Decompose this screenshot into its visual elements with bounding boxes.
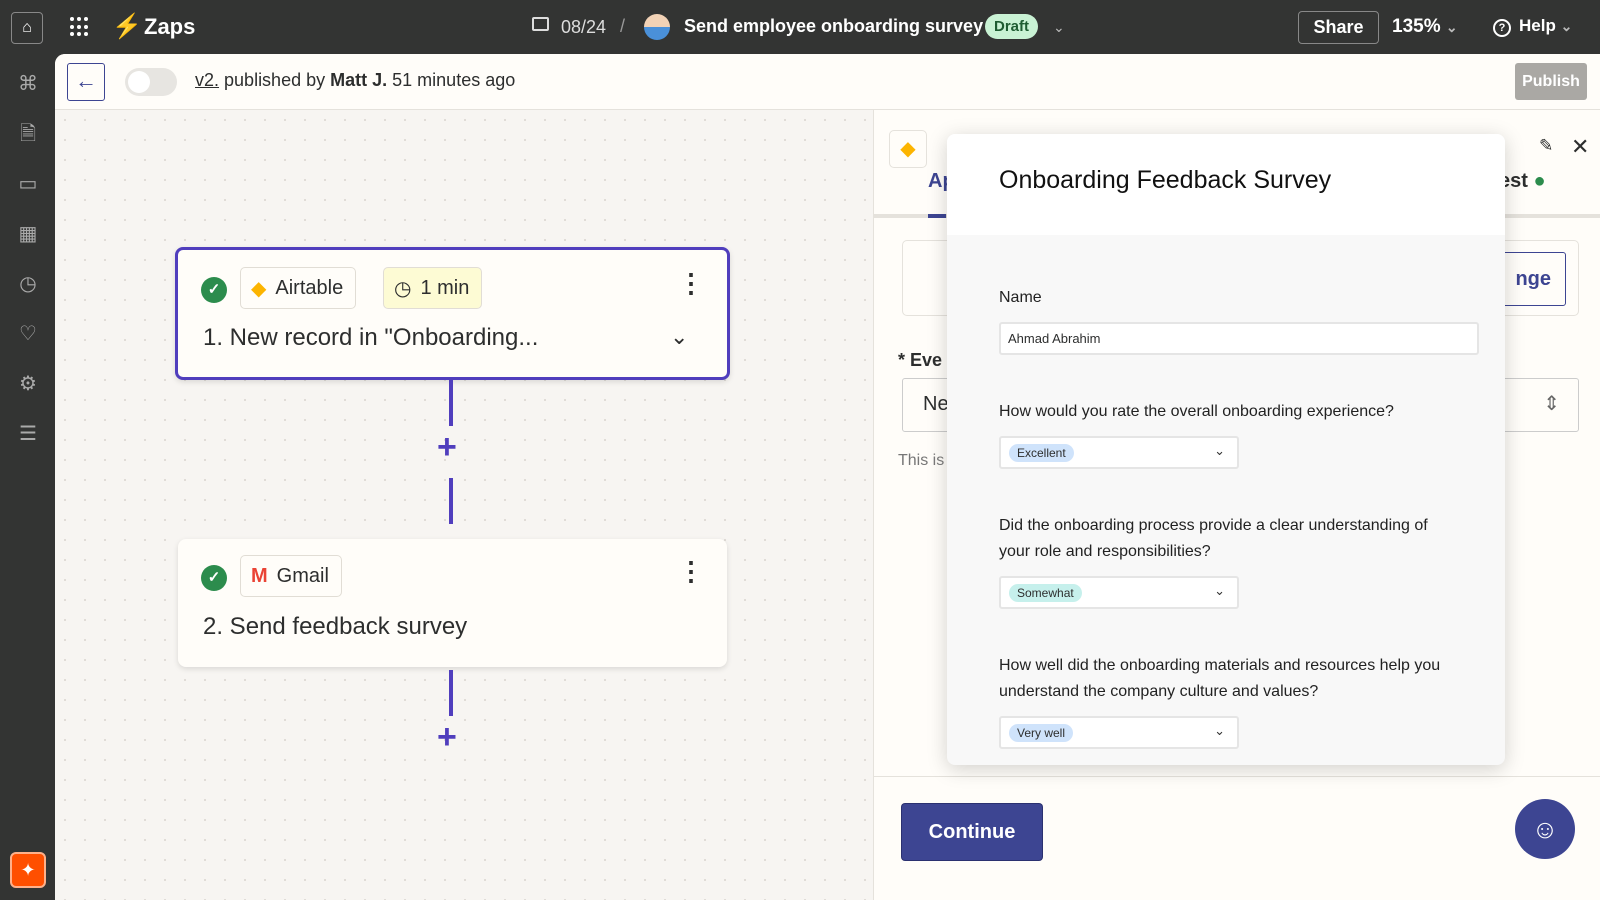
back-arrow-icon[interactable]: ← xyxy=(67,63,105,101)
connector xyxy=(449,380,453,426)
survey-preview: Onboarding Feedback Survey Name Ahmad Ab… xyxy=(947,134,1505,765)
chevron-down-icon: ⌄ xyxy=(1445,19,1458,35)
folder-icon xyxy=(532,17,549,31)
poll-interval-badge: ◷ 1 min xyxy=(383,267,483,309)
copilot-icon[interactable]: ✦ xyxy=(10,852,46,888)
footer-divider xyxy=(874,776,1600,777)
more-options-icon[interactable]: ⋮ xyxy=(678,558,704,584)
selected-option: Somewhat xyxy=(1009,584,1082,602)
close-icon[interactable]: ✕ xyxy=(1571,134,1589,160)
top-bar: ⌂ ⚡ Zaps 08/24 / Send employee onboardin… xyxy=(0,0,1600,54)
share-button[interactable]: Share xyxy=(1298,11,1379,44)
zap-file-icon[interactable]: 🗎 xyxy=(16,122,40,146)
zap-title[interactable]: Send employee onboarding survey xyxy=(684,16,983,37)
poll-interval: 1 min xyxy=(420,276,470,299)
chat-icon[interactable]: ▭ xyxy=(16,172,40,196)
name-label: Name xyxy=(999,289,1042,306)
selected-option: Excellent xyxy=(1009,444,1074,462)
continue-button[interactable]: Continue xyxy=(902,804,1042,860)
clarity-select[interactable]: Somewhat ⌄ xyxy=(999,576,1239,609)
check-icon: ✓ xyxy=(201,277,227,303)
event-value: Ne xyxy=(923,393,949,415)
chevron-down-icon: ⌄ xyxy=(1214,443,1225,458)
edit-icon[interactable]: ✎ xyxy=(1539,136,1553,156)
name-input[interactable]: Ahmad Abrahim xyxy=(999,322,1479,355)
zap-canvas[interactable]: ✓ ◆ Airtable ◷ 1 min ⋮ 1. New record in "O… xyxy=(55,110,873,900)
active-tab-indicator xyxy=(928,214,946,218)
more-options-icon[interactable]: ⋮ xyxy=(678,270,704,296)
chevron-down-icon: ⌄ xyxy=(1214,723,1225,738)
author: Matt J. xyxy=(330,70,388,90)
chevron-down-icon[interactable]: ⌄ xyxy=(670,324,688,350)
gmail-icon: M xyxy=(251,564,268,587)
published-by-text: published by xyxy=(224,70,326,90)
help-label: Help xyxy=(1519,16,1556,35)
connector xyxy=(449,670,453,716)
breadcrumb-folder[interactable]: 08/24 xyxy=(561,17,606,38)
activity-icon[interactable]: ♡ xyxy=(16,322,40,346)
add-step-icon[interactable]: + xyxy=(437,718,457,757)
clock-icon: ◷ xyxy=(394,277,412,300)
version-bar: ← v2. published by Matt J. 51 minutes ag… xyxy=(55,54,1600,110)
layers-icon[interactable]: ☰ xyxy=(16,422,40,446)
tab-test[interactable]: est ● xyxy=(1499,170,1546,193)
zoom-dropdown[interactable]: 135% ⌄ xyxy=(1392,16,1458,38)
zap-toggle[interactable] xyxy=(125,68,177,96)
breadcrumb-separator: / xyxy=(620,16,626,36)
event-label: * Eve xyxy=(898,350,943,370)
editor: ← v2. published by Matt J. 51 minutes ag… xyxy=(55,54,1600,900)
version-info: v2. published by Matt J. 51 minutes ago xyxy=(195,70,515,91)
question-text: How would you rate the overall onboardin… xyxy=(999,403,1394,420)
connector xyxy=(449,478,453,524)
support-chat-icon[interactable]: ☺ xyxy=(1515,799,1575,859)
rating-select[interactable]: Excellent ⌄ xyxy=(999,436,1239,469)
version-link[interactable]: v2. xyxy=(195,70,219,90)
time-ago: 51 minutes ago xyxy=(392,70,516,90)
app-pill: M Gmail xyxy=(240,555,342,597)
publish-button[interactable]: Publish xyxy=(1515,63,1587,100)
chevron-down-icon[interactable]: ⌄ xyxy=(1053,19,1065,36)
selected-option: Very well xyxy=(1009,724,1074,742)
avatar xyxy=(644,14,670,40)
survey-title: Onboarding Feedback Survey xyxy=(947,134,1505,235)
zoom-level: 135% xyxy=(1392,16,1441,37)
step-title: 2. Send feedback survey xyxy=(203,613,468,640)
step-title: 1. New record in "Onboarding... xyxy=(203,324,539,351)
app-grid-icon[interactable] xyxy=(70,17,90,37)
step-card-trigger[interactable]: ✓ ◆ Airtable ◷ 1 min ⋮ 1. New record in "O… xyxy=(175,247,730,380)
apps-icon[interactable]: ⌘ xyxy=(16,72,40,96)
home-icon[interactable]: ⌂ xyxy=(11,12,43,44)
chevron-down-icon: ⌄ xyxy=(1214,583,1225,598)
help-icon: ? xyxy=(1493,19,1511,37)
check-icon: ● xyxy=(1533,170,1546,192)
app-name[interactable]: Zaps xyxy=(144,14,195,40)
airtable-icon: ◆ xyxy=(251,277,267,300)
step-card-action[interactable]: ✓ M Gmail ⋮ 2. Send feedback survey xyxy=(178,539,727,667)
app-pill: ◆ Airtable xyxy=(240,267,357,309)
materials-select[interactable]: Very well ⌄ xyxy=(999,716,1239,749)
question-text: Did the onboarding process provide a cle… xyxy=(999,517,1428,560)
check-icon: ✓ xyxy=(201,565,227,591)
chevron-down-icon: ⌄ xyxy=(1560,18,1573,34)
history-icon[interactable]: ◷ xyxy=(16,272,40,296)
question-text: How well did the onboarding materials an… xyxy=(999,657,1441,700)
event-help-text: This is xyxy=(898,452,945,469)
help-menu[interactable]: ? Help ⌄ xyxy=(1493,16,1572,37)
sidebar: ⌘ 🗎 ▭ ▦ ◷ ♡ ⚙ ☰ xyxy=(0,54,55,900)
app-name: Airtable xyxy=(275,276,344,299)
status-badge: Draft xyxy=(985,14,1039,39)
zapier-bolt-icon: ⚡ xyxy=(112,13,142,40)
airtable-icon: ◆ xyxy=(889,130,927,168)
app-name: Gmail xyxy=(276,564,329,587)
calendar-icon[interactable]: ▦ xyxy=(16,222,40,246)
settings-icon[interactable]: ⚙ xyxy=(16,372,40,396)
updown-chevron-icon: ⇕ xyxy=(1543,393,1560,415)
add-step-icon[interactable]: + xyxy=(437,428,457,467)
